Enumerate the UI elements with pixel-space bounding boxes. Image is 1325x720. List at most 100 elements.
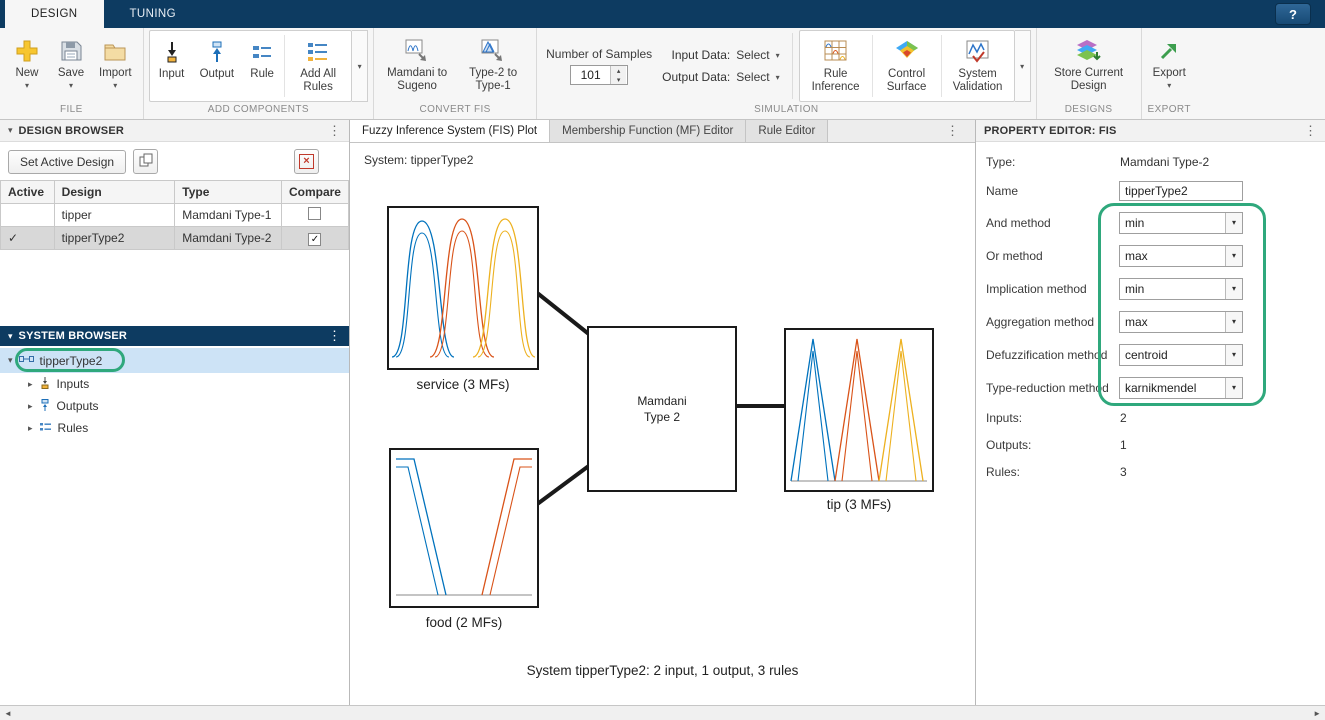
compare-checkbox[interactable] [308, 207, 322, 220]
store-current-design-button[interactable]: Store Current Design [1042, 32, 1136, 100]
collapse-icon[interactable]: ▾ [8, 331, 13, 342]
simulation-gallery-expand[interactable]: ▾ [1014, 30, 1031, 102]
add-rule-button[interactable]: Rule [240, 31, 284, 101]
name-input[interactable] [1119, 181, 1243, 201]
left-panel: ▾ DESIGN BROWSER ⋮ Set Active Design × A… [0, 120, 350, 705]
column-header-active: Active [0, 180, 55, 204]
rule-inference-button[interactable]: Rule Inference [800, 31, 872, 101]
ribbon-section-convert-fis: Mamdani to Sugeno Type-2 to Type-1 CONVE… [374, 28, 538, 119]
tab-mf-editor[interactable]: Membership Function (MF) Editor [550, 120, 747, 142]
collapse-icon[interactable]: ▾ [8, 125, 13, 136]
add-output-button[interactable]: Output [194, 31, 241, 101]
or-method-label: Or method [986, 248, 1043, 263]
column-header-compare: Compare [280, 180, 350, 204]
add-input-button[interactable]: Input [150, 31, 194, 101]
or-method-dropdown[interactable]: max ▾ [1119, 244, 1243, 267]
section-label-convert-fis: CONVERT FIS [419, 104, 491, 115]
export-button[interactable]: Export ▾ [1147, 32, 1192, 100]
overflow-menu-icon[interactable]: ⋮ [946, 120, 959, 142]
design-row-tipper[interactable]: tipper Mamdani Type-1 [0, 203, 350, 227]
components-gallery-expand[interactable]: ▾ [352, 30, 369, 102]
column-header-type: Type [174, 180, 282, 204]
property-editor-header: PROPERTY EDITOR: FIS ⋮ [976, 120, 1325, 142]
number-of-samples-spinner: ▴ ▾ [570, 65, 629, 85]
dropdown-arrow-icon: ▾ [1225, 377, 1242, 398]
delete-design-button[interactable]: × [294, 149, 319, 174]
name-label: Name [986, 184, 1019, 198]
tree-expand-icon[interactable]: ▸ [28, 379, 33, 390]
connector-food-fis [534, 463, 592, 507]
implication-method-label: Implication method [986, 281, 1087, 296]
set-active-design-button[interactable]: Set Active Design [8, 149, 127, 174]
output-data-select[interactable]: Select ▾ [736, 70, 779, 84]
overflow-menu-icon[interactable]: ⋮ [328, 123, 341, 139]
copy-design-button[interactable] [133, 149, 159, 174]
design-row-tippertype2[interactable]: ✓ tipperType2 Mamdani Type-2 ✓ [0, 226, 350, 250]
scroll-right-icon[interactable]: ► [1313, 709, 1321, 718]
tab-tuning[interactable]: TUNING [104, 0, 202, 28]
tree-expand-icon[interactable]: ▸ [28, 423, 33, 434]
import-folder-icon [103, 37, 127, 65]
save-dropdown-icon: ▾ [68, 81, 73, 90]
tree-item-outputs[interactable]: ▸ Outputs [0, 395, 349, 417]
connector-service-fis [534, 290, 592, 337]
tree-collapse-icon[interactable]: ▾ [8, 355, 13, 366]
add-components-gallery: Input Output Rule Add All Rules [148, 30, 353, 102]
tree-item-tippertype2[interactable]: ▾ tipperType2 [0, 348, 349, 373]
and-method-dropdown[interactable]: min ▾ [1119, 211, 1243, 234]
add-all-rules-button[interactable]: Add All Rules [285, 31, 351, 101]
input-data-select[interactable]: Select ▾ [736, 48, 779, 62]
defuzzification-method-dropdown[interactable]: centroid ▾ [1119, 343, 1243, 366]
scroll-left-icon[interactable]: ◄ [4, 709, 12, 718]
import-button[interactable]: Import ▾ [93, 32, 138, 100]
tab-design[interactable]: DESIGN [5, 0, 104, 28]
control-surface-button[interactable]: Control Surface [873, 31, 941, 101]
ribbon-section-add-components: Input Output Rule Add All Rules ▾ ADD CO… [144, 28, 375, 119]
tree-item-label: Outputs [56, 399, 99, 413]
horizontal-scrollbar[interactable]: ◄ ► [0, 705, 1325, 720]
tab-fis-plot[interactable]: Fuzzy Inference System (FIS) Plot [350, 120, 551, 142]
type-reduction-method-dropdown[interactable]: karnikmendel ▾ [1119, 376, 1243, 399]
spinner-up-icon[interactable]: ▴ [611, 66, 627, 75]
new-button[interactable]: New ▾ [5, 32, 49, 100]
tree-item-rules[interactable]: ▸ Rules [0, 417, 349, 439]
implication-method-dropdown[interactable]: min ▾ [1119, 277, 1243, 300]
number-of-samples-field: Number of Samples ▴ ▾ [542, 47, 662, 85]
service-label: service (3 MFs) [416, 377, 509, 392]
aggregation-method-dropdown[interactable]: max ▾ [1119, 310, 1243, 333]
design-browser-title: DESIGN BROWSER [18, 124, 125, 137]
tree-item-label: Rules [57, 421, 89, 435]
new-icon [15, 37, 39, 65]
system-validation-button[interactable]: System Validation [942, 31, 1014, 101]
system-browser-header: ▾ SYSTEM BROWSER ⋮ [0, 326, 349, 346]
type2-to-type1-icon [480, 37, 506, 65]
tree-item-inputs[interactable]: ▸ Inputs [0, 373, 349, 395]
overflow-menu-icon[interactable]: ⋮ [1304, 123, 1317, 139]
fis-name-line1: Mamdani [637, 394, 686, 408]
input-node-service[interactable] [387, 206, 539, 370]
fis-rule-node[interactable] [587, 326, 737, 492]
spinner-down-icon[interactable]: ▾ [611, 75, 627, 84]
tree-expand-icon[interactable]: ▸ [28, 401, 33, 412]
overflow-menu-icon[interactable]: ⋮ [328, 328, 341, 344]
help-icon: ? [1289, 6, 1297, 22]
save-button[interactable]: Save ▾ [49, 32, 93, 100]
output-icon [205, 38, 229, 66]
mamdani-to-sugeno-button[interactable]: Mamdani to Sugeno [379, 32, 455, 100]
compare-checkbox[interactable]: ✓ [308, 232, 322, 246]
toolstrip-tab-bar: DESIGN TUNING ? [0, 0, 1325, 28]
simulation-view-gallery: Rule Inference Control Surface System Va… [798, 30, 1015, 102]
rules-icon [39, 421, 52, 436]
input-node-food[interactable] [389, 448, 539, 608]
tab-rule-editor[interactable]: Rule Editor [746, 120, 829, 142]
outputs-icon [39, 398, 51, 414]
design-cell: tipper [53, 203, 176, 227]
system-validation-icon [965, 38, 991, 66]
type2-to-type1-button[interactable]: Type-2 to Type-1 [455, 32, 531, 100]
number-of-samples-input[interactable] [571, 66, 611, 84]
help-button[interactable]: ? [1275, 3, 1311, 25]
output-node-tip[interactable] [784, 328, 934, 492]
active-cell [0, 203, 55, 227]
dropdown-arrow-icon: ▾ [1225, 344, 1242, 365]
output-data-label: Output Data: [662, 70, 731, 84]
